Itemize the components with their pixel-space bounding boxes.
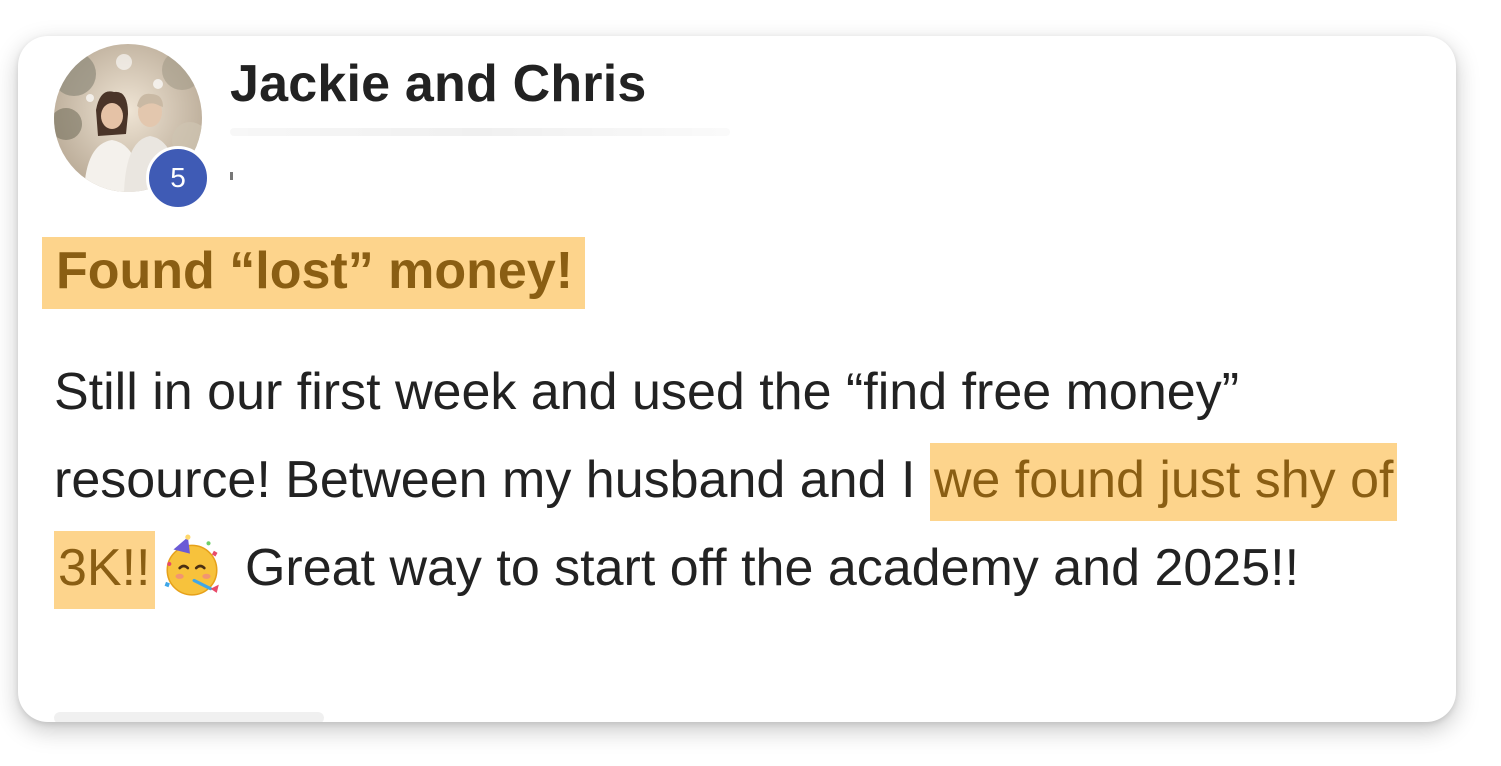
post-body: Still in our first week and used the “fi…: [54, 348, 1444, 612]
level-badge: 5: [146, 146, 210, 210]
author-name[interactable]: Jackie and Chris: [230, 54, 647, 114]
post-card: 5 Jackie and Chris Found “lost” money! S…: [18, 36, 1456, 722]
meta-separator-dot: [230, 172, 233, 180]
post-meta-faded: [230, 128, 730, 136]
partying-face-icon: [164, 534, 219, 596]
post-title-wrap: Found “lost” money!: [42, 237, 586, 309]
author-avatar-wrap[interactable]: 5: [54, 44, 210, 210]
post-title: Found “lost” money!: [42, 237, 586, 309]
truncated-next-line: [54, 712, 324, 722]
post-body-text-2: Great way to start off the academy and 2…: [230, 539, 1300, 597]
